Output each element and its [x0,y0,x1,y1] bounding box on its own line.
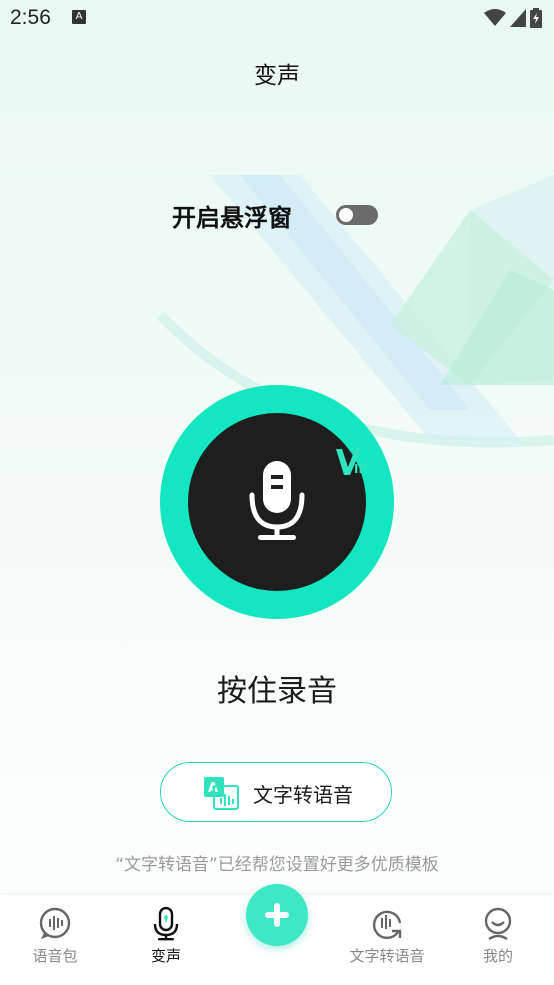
record-button[interactable]: IP [160,385,394,619]
microphone-icon [249,461,305,540]
tab-label-voice-pack: 语音包 [32,947,78,965]
tab-voice-change[interactable]: 变声 [116,907,216,966]
text-to-speech-button[interactable]: A 文字转语音 [160,762,392,822]
tab-text-to-speech[interactable]: 文字转语音 [337,907,437,966]
voice-pack-icon [39,907,71,939]
text-to-speech-icon: A [204,777,239,810]
tab-label-voice-change: 变声 [150,947,181,965]
record-button-inner: IP [188,413,367,591]
floating-window-toggle[interactable] [336,205,378,225]
tab-label-profile: 我的 [482,947,513,965]
tab-voice-pack[interactable]: 语音包 [5,907,105,966]
floating-window-row: 开启悬浮窗 [172,198,292,233]
add-button[interactable] [246,884,308,946]
hold-to-record-label: 按住录音 [217,674,337,709]
template-hint: “文字转语音”已经帮您设置好更多优质模板 [115,855,439,875]
text-to-speech-icon [373,910,402,939]
status-bar: 2:56 A [0,0,554,38]
plus-icon-vertical [274,903,280,927]
system-icons [484,8,542,28]
wifi-icon [484,9,506,26]
tab-label-text-to-speech: 文字转语音 [349,947,425,965]
profile-icon [484,907,512,941]
battery-icon [530,8,542,28]
svg-text:IP: IP [354,462,367,476]
vip-badge-icon: IP [336,447,367,476]
status-time: 2:56 [10,6,51,29]
toggle-knob [339,208,353,222]
notification-icon: A [72,10,86,24]
tab-profile[interactable]: 我的 [448,907,548,966]
floating-window-label: 开启悬浮窗 [172,204,292,232]
signal-icon [510,9,526,27]
microphone-icon [153,907,179,941]
page-title: 变声 [254,63,300,89]
text-to-speech-label: 文字转语音 [253,783,353,807]
